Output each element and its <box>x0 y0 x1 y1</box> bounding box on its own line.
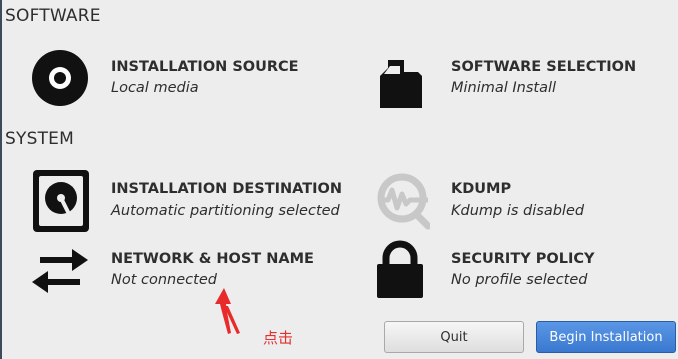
spoke-title: INSTALLATION DESTINATION <box>111 181 342 197</box>
hard-disk-icon <box>33 170 89 232</box>
network-arrows-icon <box>32 249 88 293</box>
annotation-text: 点击 <box>263 329 294 347</box>
spoke-kdump[interactable]: KDUMP Kdump is disabled <box>370 170 670 232</box>
section-title-system: SYSTEM <box>5 129 74 149</box>
spoke-status: Automatic partitioning selected <box>111 203 340 219</box>
spoke-status: No profile selected <box>451 272 588 288</box>
spoke-status: Not connected <box>111 272 217 288</box>
window-left-border <box>0 0 2 359</box>
spoke-installation-destination[interactable]: INSTALLATION DESTINATION Automatic parti… <box>30 168 350 234</box>
package-icon <box>380 60 422 108</box>
section-title-software: SOFTWARE <box>5 6 101 26</box>
spoke-security-policy[interactable]: SECURITY POLICY No profile selected <box>370 240 670 302</box>
spoke-installation-source[interactable]: INSTALLATION SOURCE Local media <box>30 48 330 110</box>
disc-icon <box>32 50 88 106</box>
spoke-title: INSTALLATION SOURCE <box>111 59 299 75</box>
spoke-network-host-name[interactable]: NETWORK & HOST NAME Not connected <box>30 240 330 302</box>
lock-icon <box>377 240 423 298</box>
spoke-title: SOFTWARE SELECTION <box>451 59 637 75</box>
spoke-status: Local media <box>111 80 199 96</box>
begin-installation-button[interactable]: Begin Installation <box>536 321 676 353</box>
spoke-title: SECURITY POLICY <box>451 251 595 267</box>
spoke-title: NETWORK & HOST NAME <box>111 251 314 267</box>
annotation-arrow-icon <box>215 288 240 334</box>
spoke-title: KDUMP <box>451 181 512 197</box>
spoke-status: Kdump is disabled <box>451 203 585 219</box>
spoke-software-selection[interactable]: SOFTWARE SELECTION Minimal Install <box>370 48 670 110</box>
quit-button[interactable]: Quit <box>384 321 524 353</box>
spoke-status: Minimal Install <box>451 80 557 96</box>
kdump-magnifier-icon <box>377 173 430 230</box>
